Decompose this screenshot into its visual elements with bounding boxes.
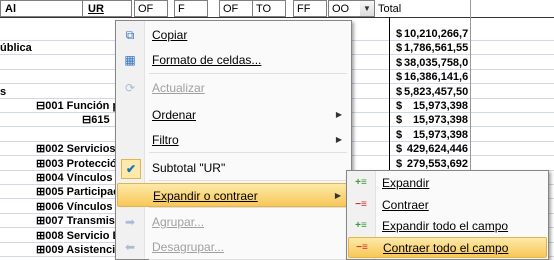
menu-item-expandir-o-contraer[interactable]: Expandir o contraer ▶ <box>117 183 350 207</box>
menu-item-label: Expandir o contraer <box>153 189 258 203</box>
collapse-icon: −≡ <box>355 199 367 210</box>
ungroup-icon: ⬅ <box>124 240 136 254</box>
column-header-3: TO <box>252 0 286 17</box>
format-cells-icon: ▦ <box>124 53 136 67</box>
currency-symbol: $ <box>396 143 403 156</box>
column-header-label: OO <box>332 3 350 15</box>
menu-item-desagrupar[interactable]: ⬅ Desagrupar... <box>117 235 350 259</box>
row-label[interactable]: ⊞007 Transmisió <box>36 214 125 228</box>
submenu-item-label: Contraer <box>382 198 429 212</box>
menu-item-actualizar[interactable]: ⟳ Actualizar <box>117 76 350 100</box>
submenu-arrow-icon: ▶ <box>334 191 341 200</box>
menu-item-label: Copiar <box>152 28 188 42</box>
menu-item-label: Agrupar... <box>152 215 205 229</box>
column-header-label: OF <box>223 3 239 15</box>
column-header-label: TO <box>256 3 272 15</box>
submenu-item-label: Expandir <box>382 176 430 190</box>
currency-symbol: $ <box>396 56 403 69</box>
menu-item-label: Subtotal "UR" <box>152 161 226 175</box>
row-label[interactable]: ⊞003 Protección, <box>36 157 127 171</box>
total-header: Total <box>378 3 402 15</box>
submenu-item-contraer-todo-el-campo[interactable]: −≡ Contraer todo el campo <box>348 237 547 258</box>
currency-symbol: $ <box>396 114 403 127</box>
field-label-ur: UR <box>88 3 104 15</box>
total-amount: 10,210,266,797 <box>404 28 468 40</box>
column-header-5: OO <box>328 0 362 17</box>
column-field-dropdown[interactable]: ▼ <box>360 0 375 17</box>
row-label[interactable]: ⊟001 Función pú <box>36 99 126 113</box>
refresh-icon: ⟳ <box>124 81 136 95</box>
menu-item-subtotal-ur[interactable]: ✔ Subtotal "UR" <box>117 156 350 180</box>
row-label[interactable]: ⊞006 Vínculos ec <box>36 200 128 214</box>
context-menu: ⧉ Copiar ▦ Formato de celdas... ⟳ Actualizar O… <box>115 20 352 260</box>
expand-icon: +≡ <box>355 177 367 188</box>
total-amount: 279,553,692 <box>406 157 468 170</box>
total-amount: 15,973,398 <box>412 114 468 127</box>
currency-symbol: $ <box>396 100 403 112</box>
menu-separator <box>149 180 347 181</box>
currency-symbol: $ <box>396 85 403 98</box>
total-amount: 429,624,446 <box>406 143 468 156</box>
submenu-item-expandir[interactable]: +≡ Expandir <box>348 173 547 194</box>
total-amount: 15,973,398 <box>412 100 468 112</box>
menu-separator <box>149 152 347 153</box>
copy-icon: ⧉ <box>125 28 135 42</box>
menu-separator <box>149 73 347 74</box>
checkmark-icon: ✔ <box>121 159 141 179</box>
column-header-label: FF <box>297 3 311 15</box>
menu-item-label: Filtro <box>152 133 179 147</box>
row-field-dropdown-ur[interactable]: UR <box>82 0 132 17</box>
column-header-1: F <box>174 0 208 17</box>
total-amount: 16,386,141,654 <box>404 71 468 84</box>
currency-symbol: $ <box>396 28 403 40</box>
chevron-down-icon: ▼ <box>360 1 374 16</box>
submenu-arrow-icon: ▶ <box>335 135 342 144</box>
column-header-4: FF <box>293 0 327 17</box>
row-label[interactable]: ública <box>0 41 32 55</box>
menu-item-label: Actualizar <box>152 81 205 95</box>
total-amount: 38,035,758,006 <box>404 56 468 69</box>
group-icon: ➡ <box>124 215 136 229</box>
currency-symbol: $ <box>396 42 403 55</box>
expand-collapse-submenu: +≡ Expandir −≡ Contraer +≡ Expandir todo el c… <box>346 170 549 260</box>
menu-item-copiar[interactable]: ⧉ Copiar <box>117 23 350 47</box>
column-header-2: OF <box>219 0 253 17</box>
submenu-item-label: Expandir todo el campo <box>382 219 509 233</box>
column-header-0: OF <box>134 0 168 17</box>
submenu-arrow-icon: ▶ <box>335 110 342 119</box>
currency-symbol: $ <box>396 71 403 84</box>
row-label[interactable]: ⊟615 <box>82 113 110 127</box>
currency-symbol: $ <box>396 128 403 141</box>
submenu-item-label: Contraer todo el campo <box>383 241 509 255</box>
total-amount: 1,786,561,557 <box>404 42 468 55</box>
menu-item-label: Formato de celdas... <box>152 53 262 67</box>
total-amount: 15,973,398 <box>412 128 468 141</box>
submenu-item-contraer[interactable]: −≡ Contraer <box>348 195 547 216</box>
menu-item-agrupar[interactable]: ➡ Agrupar... <box>117 210 350 234</box>
menu-item-filtro[interactable]: Filtro ▶ <box>117 128 350 152</box>
row-label[interactable]: ⊞009 Asistencia <box>36 243 121 257</box>
collapse-all-icon: −≡ <box>356 242 368 253</box>
menu-item-formato-de-celdas[interactable]: ▦ Formato de celdas... <box>117 48 350 72</box>
total-amount: 5,823,457,504 <box>404 85 468 98</box>
field-label-al: Al <box>5 3 16 15</box>
menu-item-label: Desagrupar... <box>152 240 225 254</box>
row-label[interactable]: s <box>0 85 6 99</box>
column-header-label: OF <box>138 3 154 15</box>
currency-symbol: $ <box>396 157 403 170</box>
menu-item-label: Ordenar <box>152 108 197 122</box>
row-label[interactable]: ⊞002 Servicios d <box>36 142 125 156</box>
column-header-label: F <box>178 3 185 15</box>
menu-item-ordenar[interactable]: Ordenar ▶ <box>117 103 350 127</box>
submenu-item-expandir-todo-el-campo[interactable]: +≡ Expandir todo el campo <box>348 216 547 237</box>
expand-all-icon: +≡ <box>355 220 367 231</box>
